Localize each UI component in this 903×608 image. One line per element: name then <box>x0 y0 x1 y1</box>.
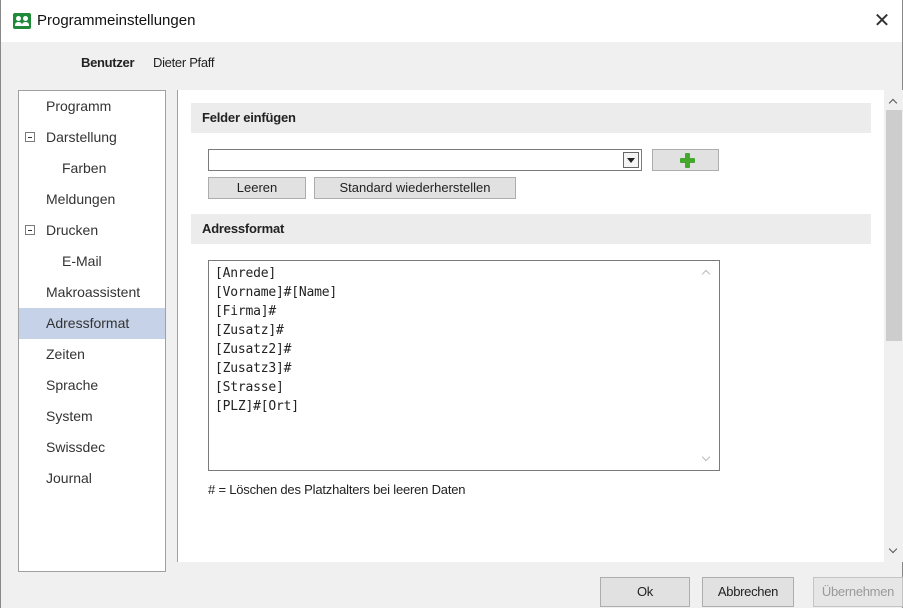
users-icon <box>13 13 31 29</box>
ok-button[interactable]: Ok <box>600 577 690 607</box>
content-scrollbar[interactable] <box>884 90 903 562</box>
tree-item-journal[interactable]: Journal <box>19 463 165 494</box>
tree-item-farben[interactable]: Farben <box>19 153 165 184</box>
user-name: Dieter Pfaff <box>153 55 215 70</box>
plus-icon <box>680 153 695 168</box>
tree-item-label: Zeiten <box>46 346 85 362</box>
tree-item-label: Makroassistent <box>46 284 141 300</box>
tree-item-label: Adressformat <box>46 315 130 331</box>
scrollbar-thumb[interactable] <box>886 110 902 341</box>
tree-item-system[interactable]: System <box>19 401 165 432</box>
tree-item-label: Darstellung <box>46 129 117 145</box>
scroll-up-icon[interactable] <box>889 97 897 105</box>
dropdown-arrow-icon[interactable] <box>623 152 639 168</box>
tree-item-swissdec[interactable]: Swissdec <box>19 432 165 463</box>
user-bar: Benutzer Dieter Pfaff <box>0 42 903 84</box>
tree-item-zeiten[interactable]: Zeiten <box>19 339 165 370</box>
field-select[interactable] <box>208 149 642 171</box>
tree-item-label: Sprache <box>46 377 99 393</box>
tree-item-darstellung[interactable]: Darstellung <box>19 122 165 153</box>
tree-item-label: System <box>46 408 93 424</box>
settings-content: Felder einfügen Leeren Standard wiederhe… <box>177 90 884 562</box>
cancel-button[interactable]: Abbrechen <box>702 577 794 607</box>
tree-item-email[interactable]: E-Mail <box>19 246 165 277</box>
address-format-textarea[interactable]: [Anrede] [Vorname]#[Name] [Firma]# [Zusa… <box>208 260 720 471</box>
title-bar: Programmeinstellungen ✕ <box>0 0 903 42</box>
fields-section-header: Felder einfügen <box>191 103 871 133</box>
apply-button[interactable]: Übernehmen <box>813 577 903 607</box>
address-section-header: Adressformat <box>191 214 871 244</box>
tree-item-label: Journal <box>46 470 92 486</box>
window-title: Programmeinstellungen <box>37 12 196 29</box>
tree-item-meldungen[interactable]: Meldungen <box>19 184 165 215</box>
tree-item-label: Swissdec <box>46 439 106 455</box>
close-button[interactable]: ✕ <box>862 0 902 42</box>
collapse-icon[interactable] <box>25 132 35 142</box>
tree-item-label: E-Mail <box>62 253 102 269</box>
tree-item-label: Drucken <box>46 222 99 238</box>
tree-item-adressformat[interactable]: Adressformat <box>19 308 165 339</box>
tree-item-makroassistent[interactable]: Makroassistent <box>19 277 165 308</box>
scroll-down-icon[interactable] <box>703 454 711 462</box>
add-field-button[interactable] <box>652 149 719 171</box>
clear-button[interactable]: Leeren <box>208 177 306 199</box>
collapse-icon[interactable] <box>25 225 35 235</box>
tree-item-label: Farben <box>62 160 107 176</box>
tree-item-sprache[interactable]: Sprache <box>19 370 165 401</box>
tree-item-drucken[interactable]: Drucken <box>19 215 165 246</box>
tree-item-programm[interactable]: Programm <box>19 91 165 122</box>
tree-item-label: Meldungen <box>46 191 116 207</box>
restore-default-button[interactable]: Standard wiederherstellen <box>314 177 516 199</box>
address-format-text: [Anrede] [Vorname]#[Name] [Firma]# [Zusa… <box>215 266 338 414</box>
tree-item-label: Programm <box>46 98 112 114</box>
placeholder-hint: # = Löschen des Platzhalters bei leeren … <box>208 482 466 497</box>
user-label: Benutzer <box>81 55 135 70</box>
scroll-down-icon[interactable] <box>889 547 897 555</box>
settings-tree: Programm Darstellung Farben Meldungen Dr… <box>18 90 166 572</box>
scroll-up-icon[interactable] <box>703 269 711 277</box>
